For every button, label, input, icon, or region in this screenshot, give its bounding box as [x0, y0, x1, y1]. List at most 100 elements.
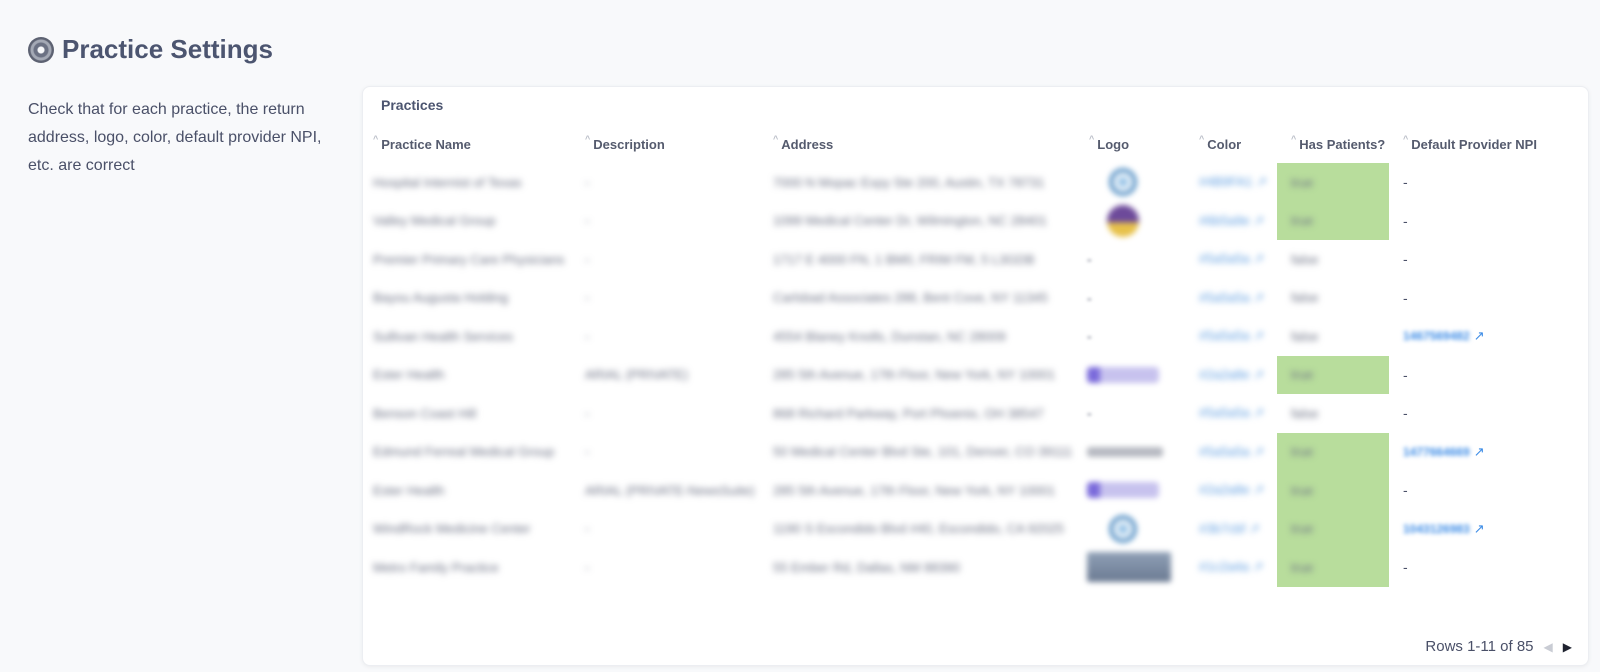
npi-link[interactable]: 1477664669 [1403, 445, 1470, 459]
color-link[interactable]: #5a5a5a ↗ [1199, 290, 1264, 306]
table-row[interactable]: Valley Medical Group - 1099 Medical Center… [373, 201, 1583, 240]
table-row[interactable]: Ester Health ARIAL (PRIVATE) 285 5th Avenu… [373, 355, 1583, 394]
pagination: Rows 1-11 of 85 ◀ ▶ [1425, 638, 1572, 655]
npi-link[interactable]: 1467569482 [1403, 329, 1470, 343]
column-label: Color [1207, 137, 1242, 152]
practice-name-cell: Hospital Internist of Texas [373, 174, 522, 190]
col-address-header[interactable]: ^ Address [773, 135, 833, 153]
address-cell: 1717 E 4000 FN, 1 BM0, FRIM FM, 5 L3GDB [773, 251, 1035, 267]
color-link[interactable]: #2a2a8e ↗ [1199, 367, 1264, 383]
practice-name-cell: Edmund Ferreal Medical Group [373, 444, 555, 460]
color-link[interactable]: #5a5a5a ↗ [1199, 328, 1264, 344]
practice-name-cell: Benson Coast Hill [373, 405, 477, 421]
chevron-left-icon[interactable]: ◀ [1544, 640, 1553, 654]
col-color-header[interactable]: ^ Color [1199, 134, 1242, 153]
color-link[interactable]: #6b5a9e ↗ [1199, 213, 1264, 229]
table-row[interactable]: Benson Coast Hill - 868 Richard Parkway, P… [373, 394, 1583, 433]
practice-logo: - [1087, 289, 1092, 306]
has-patients-cell: false [1291, 405, 1319, 421]
table-row[interactable]: Edmund Ferreal Medical Group - 50 Medical … [373, 432, 1583, 471]
table-row[interactable]: Sullivan Health Services - 4554 Blaney Kno… [373, 317, 1583, 356]
color-link[interactable]: #5a5a5a ↗ [1199, 251, 1264, 267]
practice-logo [1107, 204, 1139, 237]
color-link[interactable]: #5a5a5a ↗ [1199, 444, 1264, 460]
npi-cell: - [1403, 212, 1408, 229]
description-cell: - [585, 290, 590, 306]
description-cell: - [585, 251, 590, 267]
external-link-icon[interactable]: ↗ [1474, 444, 1485, 460]
has-patients-cell: true [1291, 444, 1314, 460]
col-logo-header[interactable]: ^ Logo [1089, 135, 1130, 153]
col-practice-name-header[interactable]: ^ Practice Name [373, 135, 471, 153]
table-row[interactable]: Hospital Internist of Texas - 7000 N Mopac… [373, 163, 1583, 202]
npi-link[interactable]: 1043126983 [1403, 522, 1470, 536]
description-cell: - [585, 521, 590, 537]
external-link-icon[interactable]: ↗ [1474, 521, 1485, 537]
has-patients-cell: false [1291, 328, 1319, 344]
has-patients-cell: true [1291, 213, 1314, 229]
description-cell: - [585, 328, 590, 344]
table-row[interactable]: WindRock Medicine Center - 1190 S Escondid… [373, 509, 1583, 548]
col-default-npi-header[interactable]: ^ Default Provider NPI [1403, 135, 1537, 153]
address-cell: 868 Richard Parkway, Port Phoenix, OH 38… [773, 405, 1044, 421]
npi-cell: - [1403, 289, 1408, 306]
practice-logo [1087, 446, 1163, 457]
description-cell: - [585, 405, 590, 421]
has-patients-cell: true [1291, 367, 1314, 383]
chevron-right-icon[interactable]: ▶ [1563, 640, 1572, 654]
color-link[interactable]: #3b7cbf ↗ [1199, 521, 1260, 537]
table-row[interactable]: Premier Primary Care Physicians - 1717 E 4… [373, 240, 1583, 279]
color-link[interactable]: #5a5a5a ↗ [1199, 405, 1264, 421]
external-link-icon[interactable]: ↗ [1474, 328, 1485, 344]
description-cell: ARIAL (PRIVATE) [585, 367, 689, 383]
has-patients-cell: true [1291, 521, 1314, 537]
practice-name-cell: Ester Health [373, 367, 445, 383]
practices-table: ^ Practice Name ^ Description ^ Address ^ Logo ^… [373, 134, 1583, 587]
address-cell: 7000 N Mopac Expy Ste 200, Austin, TX 78… [773, 174, 1045, 190]
practice-name-cell: WindRock Medicine Center [373, 521, 531, 537]
description-cell: - [585, 444, 590, 460]
has-patients-cell: true [1291, 174, 1314, 190]
practice-logo: - [1087, 405, 1092, 422]
table-row[interactable]: Bayou Augusta Holding - Carlsbad Associate… [373, 279, 1583, 318]
page-title: Practice Settings [62, 34, 273, 64]
description-cell: - [585, 174, 590, 190]
address-cell: 50 Medical Center Blvd Ste, 101, Denver,… [773, 444, 1073, 460]
has-patients-cell: false [1291, 290, 1319, 306]
practice-logo [1087, 482, 1159, 499]
card-title: Practices [381, 97, 444, 113]
column-label: Logo [1097, 137, 1130, 152]
npi-cell: - [1403, 482, 1408, 499]
has-patients-cell: false [1291, 251, 1319, 267]
practice-name-cell: Metro Family Practice [373, 559, 499, 575]
col-description-header[interactable]: ^ Description [585, 134, 665, 153]
table-row[interactable]: Metro Family Practice - 55 Ember Rd, Dalla… [373, 548, 1583, 587]
column-label: Has Patients? [1299, 137, 1386, 152]
address-cell: 285 5th Avenue, 17th Floor, New York, NY… [773, 367, 1056, 383]
sort-caret-icon: ^ [1291, 134, 1297, 144]
npi-cell: - [1403, 366, 1408, 383]
table-row[interactable]: Ester Health ARIAL (PRIVATE-NewsSuite) 285… [373, 471, 1583, 510]
color-link[interactable]: #1c2a4a ↗ [1199, 559, 1263, 575]
npi-cell: - [1403, 405, 1408, 422]
table-header: ^ Practice Name ^ Description ^ Address ^ Logo ^… [373, 134, 1583, 163]
practice-logo: - [1087, 251, 1092, 268]
address-cell: 55 Ember Rd, Dallas, NM 88390 [773, 559, 961, 575]
sort-caret-icon: ^ [1199, 134, 1205, 144]
npi-cell: - [1403, 174, 1408, 191]
page-header: Practice Settings [28, 34, 273, 65]
color-link[interactable]: #4B9FA1 ↗ [1199, 174, 1267, 190]
practice-logo [1087, 552, 1171, 583]
practice-name-cell: Valley Medical Group [373, 213, 496, 229]
practice-name-cell: Bayou Augusta Holding [373, 290, 509, 306]
practice-name-cell: Premier Primary Care Physicians [373, 251, 565, 267]
sort-caret-icon: ^ [585, 134, 591, 144]
address-cell: Carlsbad Associates 288, Bent Cove, NY 1… [773, 290, 1048, 306]
description-cell: - [585, 559, 590, 575]
col-has-patients-header[interactable]: ^ Has Patients? [1291, 134, 1386, 153]
practice-logo [1109, 168, 1137, 197]
address-cell: 1190 S Escondido Blvd #40, Escondido, CA… [773, 521, 1065, 537]
practice-name-cell: Ester Health [373, 482, 445, 498]
color-link[interactable]: #2a2a8e ↗ [1199, 482, 1264, 498]
npi-cell: - [1403, 251, 1408, 268]
